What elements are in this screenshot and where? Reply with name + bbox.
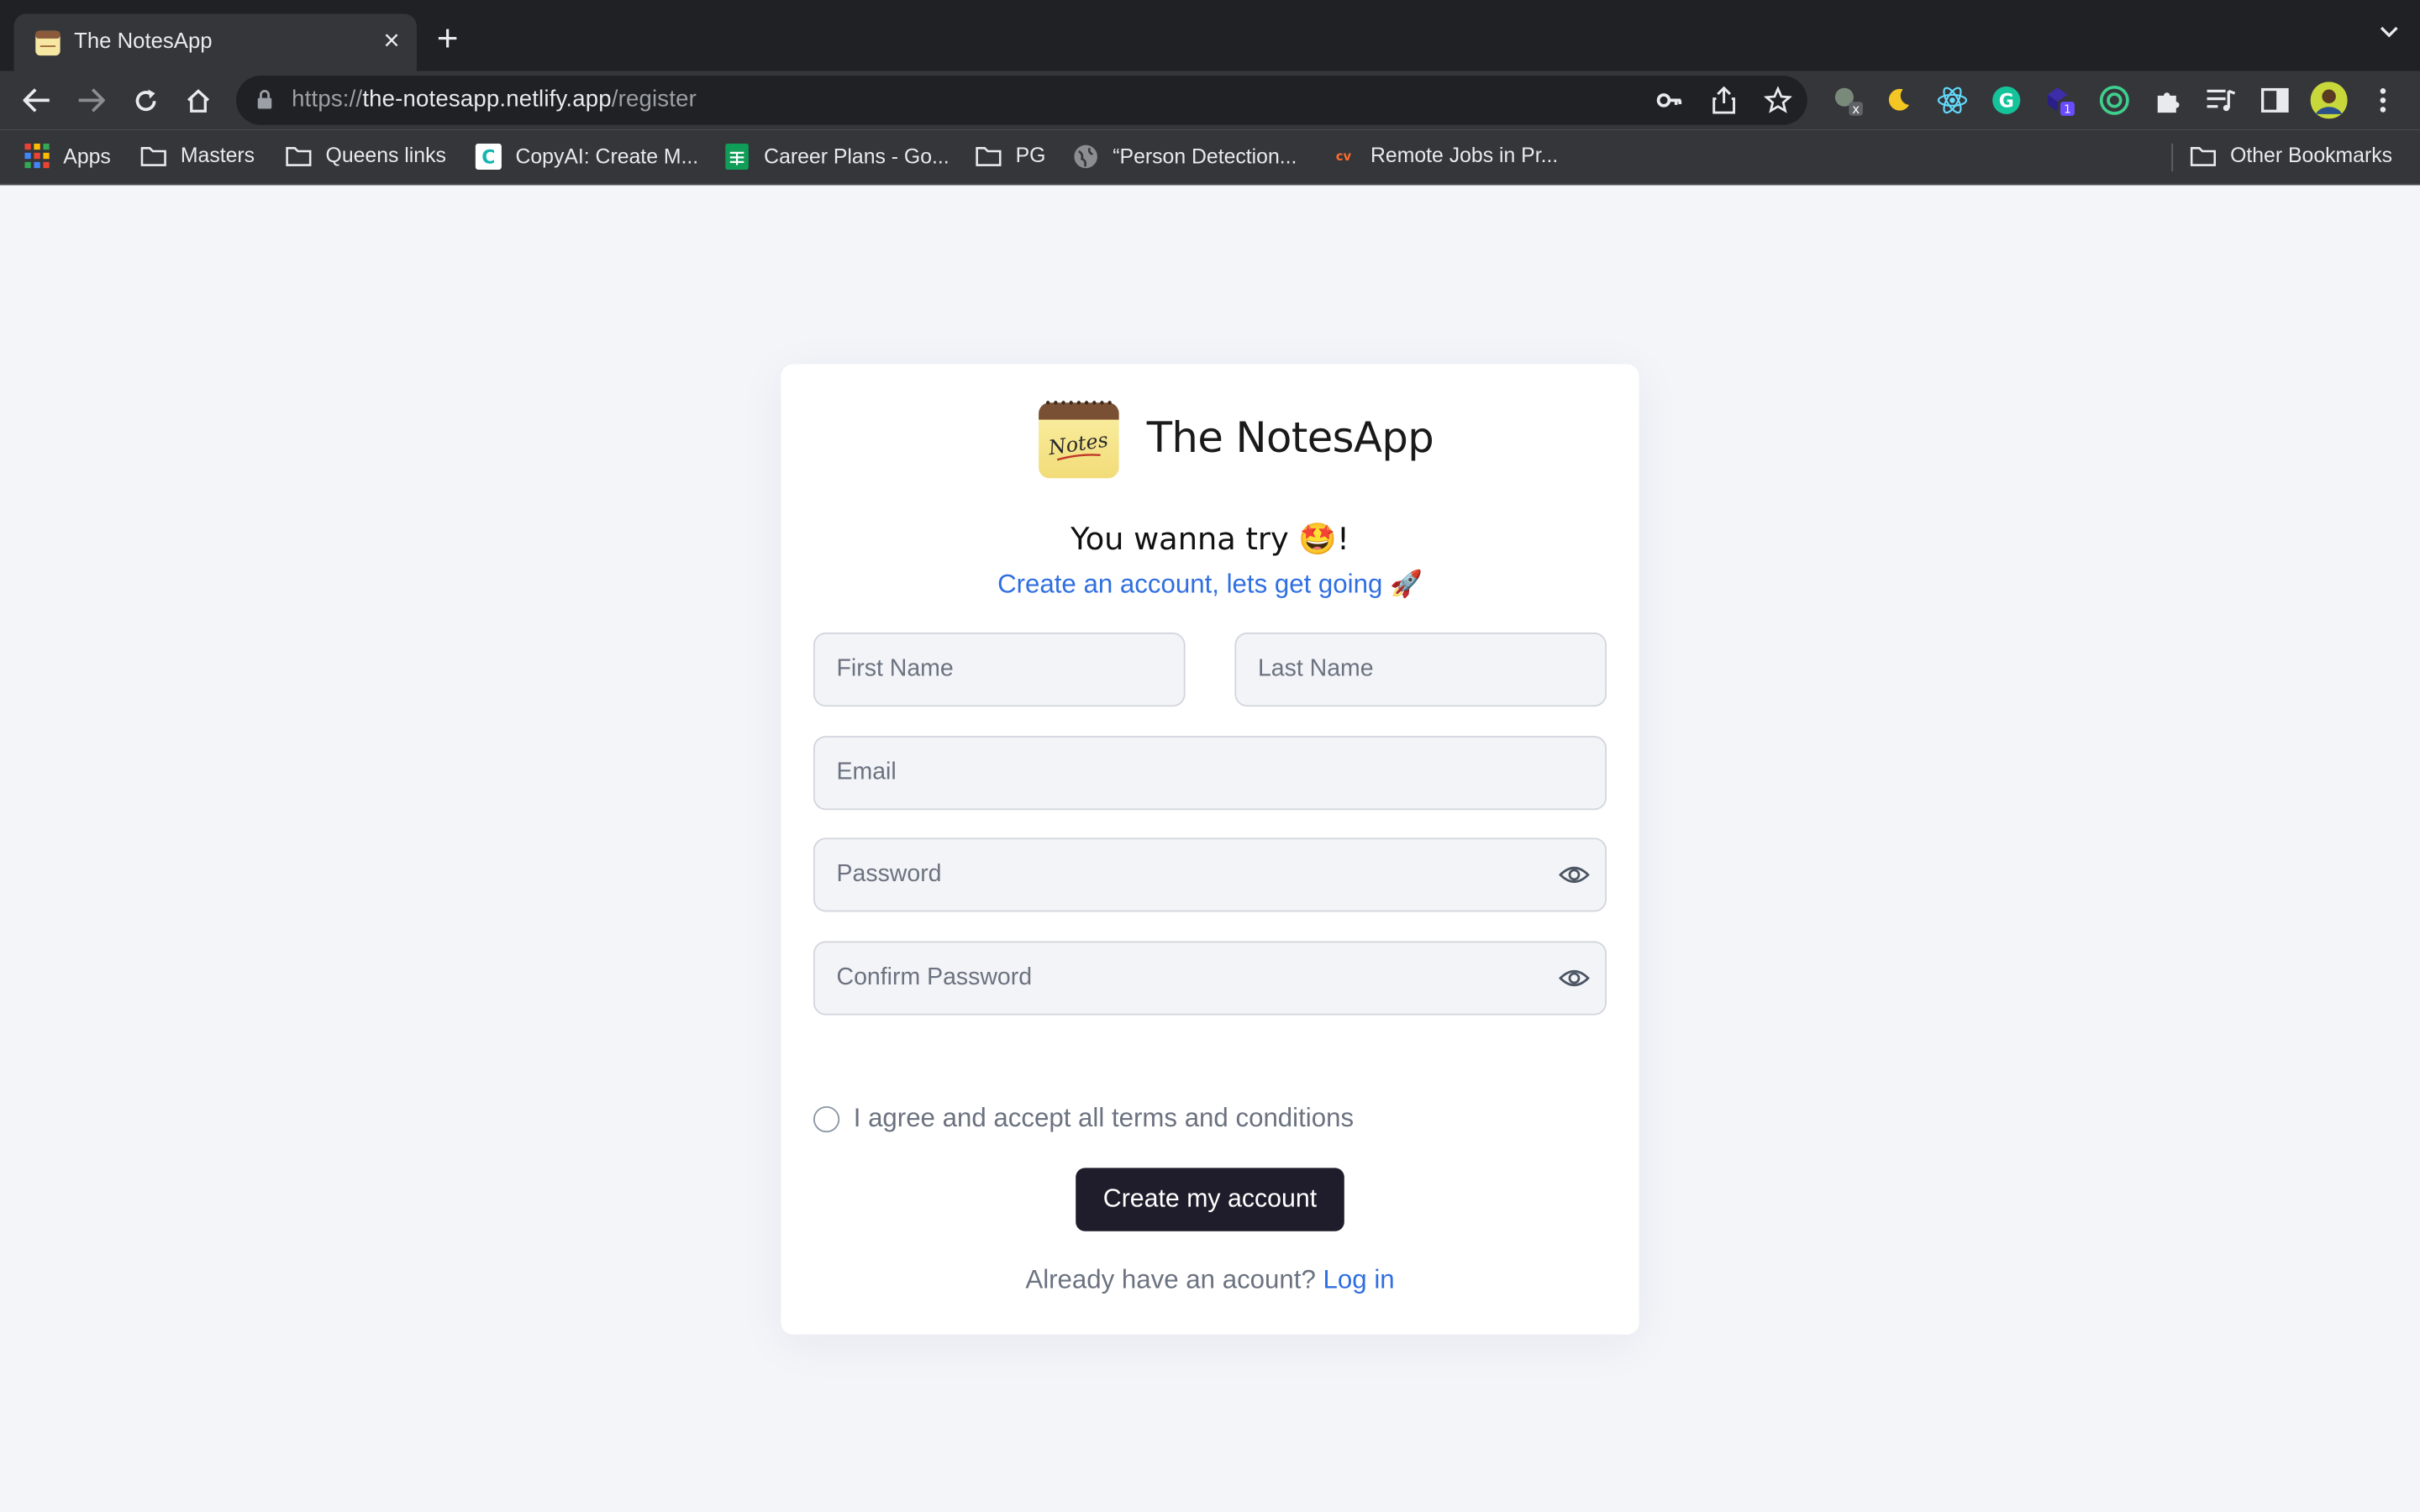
welcome-heading: You wanna try 🤩!: [1071, 519, 1349, 558]
tab-title: The NotesApp: [74, 28, 213, 53]
svg-text:cv: cv: [1336, 149, 1352, 163]
tab-search-chevron-icon[interactable]: [2380, 26, 2398, 39]
svg-text:G: G: [1999, 92, 2014, 113]
email-field[interactable]: [813, 736, 1607, 811]
folder-icon: [140, 144, 166, 166]
first-name-input[interactable]: [814, 633, 1184, 706]
bookmark-person-detection[interactable]: “Person Detection...: [1073, 144, 1297, 170]
menu-dots-icon[interactable]: [2366, 83, 2400, 117]
bookmark-career-plans[interactable]: Career Plans - Go...: [723, 143, 950, 171]
side-panel-icon[interactable]: [2258, 83, 2291, 117]
tab-strip: The NotesApp × +: [0, 0, 2420, 71]
dark-mode-moon-icon[interactable]: [1881, 83, 1915, 117]
svg-text:1: 1: [2064, 104, 2071, 117]
bookmark-star-icon[interactable]: [1764, 86, 1792, 114]
react-devtools-icon[interactable]: [1935, 83, 1969, 117]
back-arrow-icon[interactable]: [20, 83, 54, 117]
bookmark-queens-links[interactable]: Queens links: [286, 144, 446, 166]
globe-icon: [1073, 144, 1099, 170]
folder-icon: [286, 144, 312, 166]
svg-text:C: C: [481, 148, 495, 169]
bookmarks-bar: Apps Masters Queens links C CopyAI: Creat…: [0, 129, 2420, 186]
bookmark-copyai[interactable]: C CopyAI: Create M...: [475, 143, 698, 171]
extension-badge-icon[interactable]: 1: [2044, 83, 2077, 117]
media-queue-icon[interactable]: [2204, 83, 2238, 117]
bookmark-remote-jobs[interactable]: cv Remote Jobs in Pr...: [1330, 144, 1559, 167]
new-tab-button[interactable]: +: [437, 21, 459, 59]
last-name-input[interactable]: [1236, 633, 1606, 706]
other-bookmarks[interactable]: Other Bookmarks: [2190, 144, 2392, 166]
browser-window: The NotesApp × + https://the-notesapp.ne…: [0, 0, 2420, 1512]
app-title: The NotesApp: [1146, 415, 1434, 464]
confirm-password-input[interactable]: [814, 942, 1606, 1014]
login-prompt: Already have an acount? Log in: [1025, 1265, 1395, 1295]
bookmark-apps[interactable]: Apps: [24, 143, 111, 169]
password-input[interactable]: [814, 839, 1606, 911]
terms-radio[interactable]: [813, 1105, 840, 1132]
key-icon[interactable]: [1656, 87, 1684, 114]
bookmark-pg[interactable]: PG: [976, 144, 1045, 166]
bookmark-masters[interactable]: Masters: [140, 144, 255, 166]
first-name-field[interactable]: [813, 633, 1186, 707]
login-link[interactable]: Log in: [1323, 1265, 1395, 1294]
target-extension-icon[interactable]: [2097, 83, 2131, 117]
terms-row: I agree and accept all terms and conditi…: [813, 1103, 1354, 1134]
confirm-password-field[interactable]: [813, 941, 1607, 1016]
folder-icon: [2190, 144, 2217, 166]
address-bar[interactable]: https://the-notesapp.netlify.app/registe…: [236, 76, 1807, 125]
terms-label[interactable]: I agree and accept all terms and conditi…: [854, 1103, 1354, 1134]
active-tab[interactable]: The NotesApp ×: [13, 13, 417, 71]
apps-grid-icon: [24, 143, 50, 169]
password-field[interactable]: [813, 837, 1607, 912]
url-text[interactable]: https://the-notesapp.netlify.app/registe…: [292, 87, 697, 113]
grammarly-icon[interactable]: G: [1990, 83, 2023, 117]
copyai-icon: C: [475, 143, 502, 171]
reload-icon[interactable]: [128, 83, 161, 117]
share-icon[interactable]: [1712, 86, 1736, 114]
create-account-button[interactable]: Create my account: [1076, 1168, 1344, 1231]
browser-toolbar: https://the-notesapp.netlify.app/registe…: [0, 71, 2420, 130]
bookmark-separator: [2171, 143, 2174, 171]
tab-close-icon[interactable]: ×: [383, 24, 399, 55]
last-name-field[interactable]: [1234, 633, 1607, 707]
notes-app-logo: Notes: [1039, 401, 1119, 479]
profile-avatar[interactable]: [2310, 81, 2348, 119]
create-account-subtitle: Create an account, lets get going 🚀: [997, 569, 1423, 599]
lock-icon[interactable]: [256, 90, 273, 110]
register-card: Notes The NotesApp You wanna try 🤩! Crea…: [781, 364, 1639, 1335]
extension-x-icon[interactable]: x: [1830, 83, 1864, 117]
forward-arrow-icon[interactable]: [74, 83, 108, 117]
home-icon[interactable]: [181, 83, 214, 117]
extensions-puzzle-icon[interactable]: [2151, 83, 2185, 117]
svg-text:x: x: [1852, 102, 1860, 117]
sheets-icon: [723, 143, 750, 171]
eye-icon[interactable]: [1559, 863, 1590, 887]
folder-icon: [976, 144, 1002, 166]
cv-icon: cv: [1330, 144, 1356, 166]
notes-favicon-icon: [35, 30, 60, 56]
email-input[interactable]: [814, 737, 1606, 809]
eye-icon[interactable]: [1559, 966, 1590, 990]
